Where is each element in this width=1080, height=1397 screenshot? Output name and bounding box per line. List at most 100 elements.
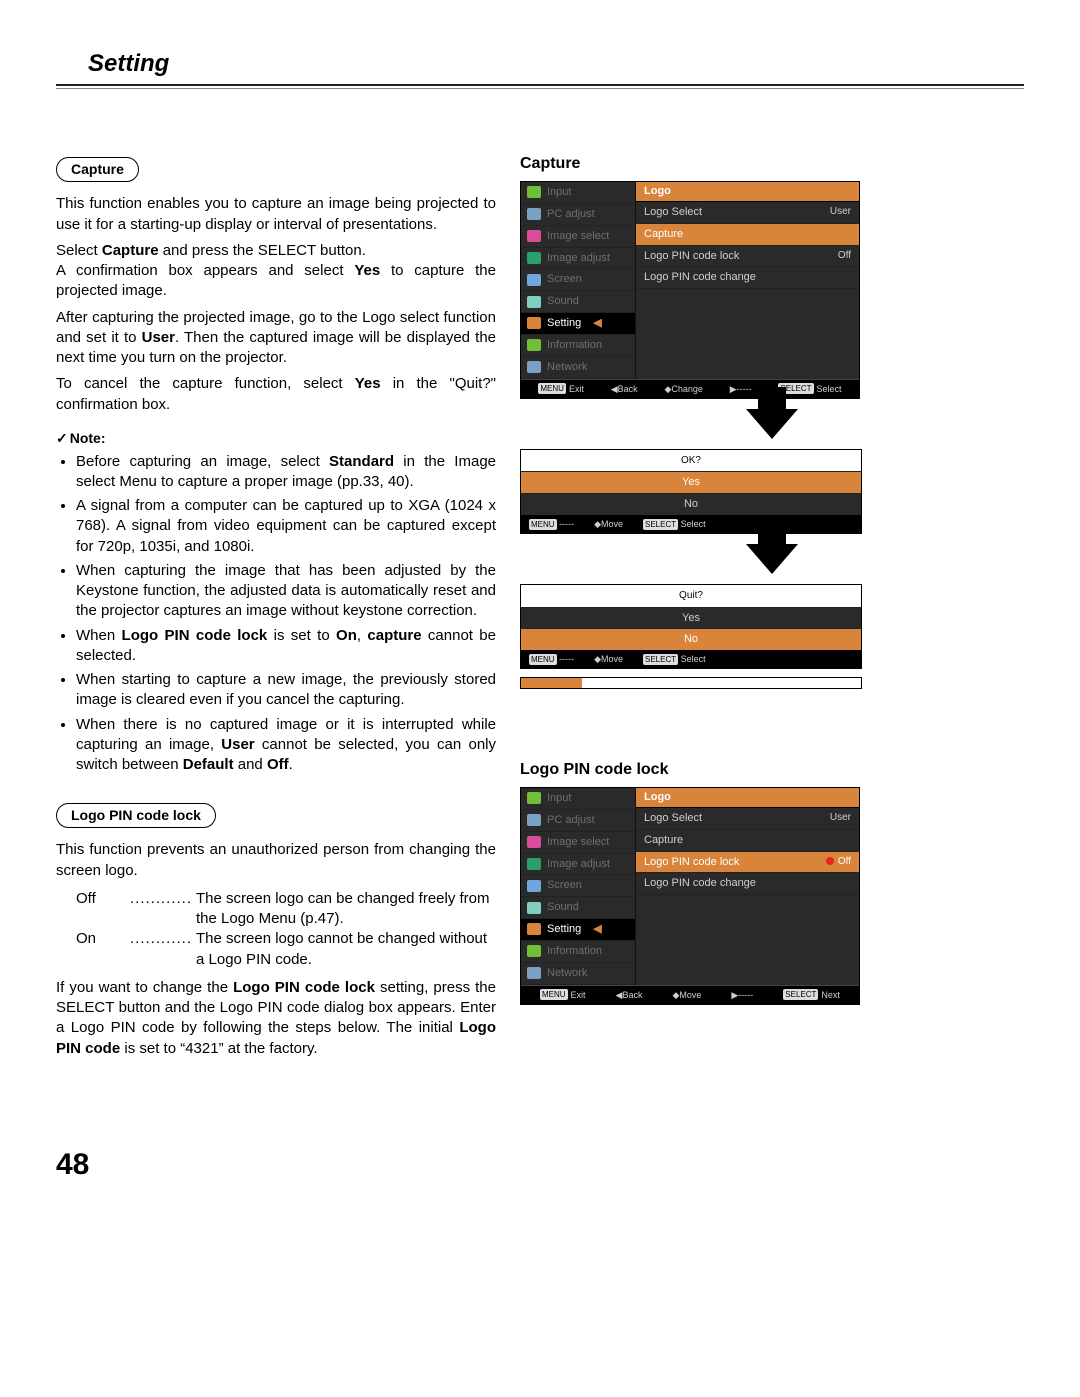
menu-icon	[527, 361, 541, 373]
osd-foot-segment: SELECT Next	[783, 989, 840, 1001]
dialog-option: Yes	[521, 471, 861, 493]
key-icon: MENU	[540, 989, 568, 1000]
osd-panel-head: Logo	[636, 182, 859, 202]
note-list: Before capturing an image, select Standa…	[56, 452, 496, 776]
dialog-prompt: Quit?	[521, 585, 861, 607]
osd-foot-segment: MENU Exit	[538, 383, 584, 395]
osd-foot-segment: ◆Move	[594, 653, 623, 665]
pinlock-p2: If you want to change the Logo PIN code …	[56, 978, 496, 1059]
key-icon: MENU	[529, 519, 557, 530]
pill-capture: Capture	[56, 157, 139, 182]
dialog-option: No	[521, 628, 861, 650]
osd-side-item: Screen	[521, 269, 635, 291]
menu-icon	[527, 296, 541, 308]
osd-foot-segment: SELECT Select	[643, 518, 706, 530]
osd-side-item: Image select	[521, 832, 635, 854]
menu-icon	[527, 792, 541, 804]
osd-foot-segment: ▶-----	[730, 383, 752, 395]
pill-pinlock: Logo PIN code lock	[56, 803, 216, 828]
capture-p4: To cancel the capture function, select Y…	[56, 374, 496, 415]
menu-icon	[527, 880, 541, 892]
osd-panel-head: Logo	[636, 788, 859, 808]
osd-foot-segment: ▶-----	[731, 989, 753, 1001]
menu-icon	[527, 252, 541, 264]
menu-icon	[527, 208, 541, 220]
key-icon: SELECT	[783, 989, 818, 1000]
osd-foot-segment: SELECT Select	[778, 383, 841, 395]
pinlock-p1: This function prevents an unauthorized p…	[56, 840, 496, 881]
figure-column: Capture InputPC adjustImage selectImage …	[520, 149, 1024, 1064]
caret-icon: ◀	[587, 922, 601, 937]
osd-foot-segment: ◆Change	[664, 383, 702, 395]
menu-icon	[527, 858, 541, 870]
osd-side-item: Setting◀	[521, 919, 635, 941]
page-title: Setting	[88, 48, 1024, 80]
osd-menu-item: Capture	[636, 224, 859, 246]
dialog-option: No	[521, 493, 861, 515]
osd-side-item: Information	[521, 335, 635, 357]
osd-foot-segment: ◀Back	[616, 989, 643, 1001]
key-icon: SELECT	[643, 519, 678, 530]
menu-icon	[527, 902, 541, 914]
osd-foot-segment: ◆Move	[672, 989, 701, 1001]
key-icon: SELECT	[643, 654, 678, 665]
dialog-prompt: OK?	[521, 450, 861, 472]
menu-icon	[527, 836, 541, 848]
osd-menu-item: Logo PIN code lockOff	[636, 852, 859, 874]
osd-menu-item: Logo PIN code lockOff	[636, 246, 859, 268]
osd-side-item: Network	[521, 963, 635, 985]
capture-p2: Select Capture and press the SELECT butt…	[56, 241, 496, 302]
osd-pinlock: InputPC adjustImage selectImage adjustSc…	[520, 787, 860, 1005]
menu-icon	[527, 339, 541, 351]
osd-side-item: PC adjust	[521, 204, 635, 226]
osd-foot-segment: SELECT Select	[643, 653, 706, 665]
menu-icon	[527, 274, 541, 286]
arrow-down-icon	[746, 409, 798, 439]
page-number: 48	[56, 1145, 1024, 1186]
note-heading: Note:	[56, 429, 496, 448]
osd-menu-item: Logo PIN code change	[636, 267, 859, 289]
pinlock-definitions: Off............ The screen logo can be c…	[76, 889, 496, 970]
dialog-option: Yes	[521, 607, 861, 629]
osd-foot-segment: ◆Move	[594, 518, 623, 530]
osd-foot-segment: MENU -----	[529, 653, 574, 665]
osd-side-item: Input	[521, 182, 635, 204]
caret-icon: ◀	[587, 316, 601, 331]
osd-side-item: Network	[521, 357, 635, 379]
osd-menu-item: Logo SelectUser	[636, 808, 859, 830]
dialog-ok: OK? YesNo MENU ----- ◆Move SELECT Select	[520, 449, 862, 534]
menu-icon	[527, 317, 541, 329]
menu-icon	[527, 923, 541, 935]
osd-side-item: Sound	[521, 897, 635, 919]
key-icon: MENU	[538, 383, 566, 394]
osd-foot-segment: ◀Back	[611, 383, 638, 395]
capture-p1: This function enables you to capture an …	[56, 194, 496, 235]
osd-foot-segment: MENU -----	[529, 518, 574, 530]
osd-side-item: Image adjust	[521, 248, 635, 270]
osd-foot-segment: MENU Exit	[540, 989, 586, 1001]
body-text-column: Capture This function enables you to cap…	[56, 149, 496, 1064]
osd-side-item: Screen	[521, 875, 635, 897]
osd-side-item: PC adjust	[521, 810, 635, 832]
osd-side-item: Setting◀	[521, 313, 635, 335]
osd-side-item: Sound	[521, 291, 635, 313]
fig2-title: Logo PIN code lock	[520, 759, 1024, 781]
rule-thick	[56, 84, 1024, 86]
capture-p3: After capturing the projected image, go …	[56, 308, 496, 369]
osd-menu-item: Logo SelectUser	[636, 202, 859, 224]
osd-side-item: Input	[521, 788, 635, 810]
osd-capture: InputPC adjustImage selectImage adjustSc…	[520, 181, 860, 399]
menu-icon	[527, 967, 541, 979]
menu-icon	[527, 186, 541, 198]
fig1-title: Capture	[520, 153, 1024, 175]
osd-side-item: Image adjust	[521, 854, 635, 876]
osd-side-item: Information	[521, 941, 635, 963]
key-icon: MENU	[529, 654, 557, 665]
rule-thin	[56, 88, 1024, 89]
osd-side-item: Image select	[521, 226, 635, 248]
menu-icon	[527, 945, 541, 957]
osd-menu-item: Logo PIN code change	[636, 873, 859, 895]
lock-icon	[826, 857, 834, 865]
osd-menu-item: Capture	[636, 830, 859, 852]
arrow-down-icon	[746, 544, 798, 574]
